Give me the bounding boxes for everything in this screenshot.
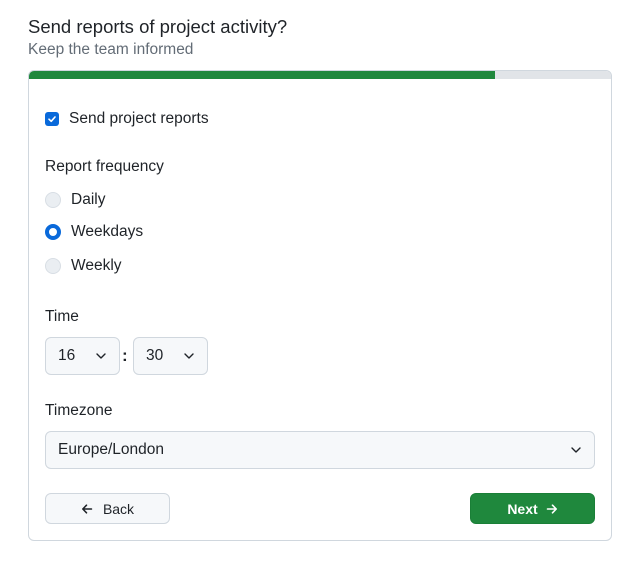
radio-option-weekdays[interactable]: Weekdays [45,223,143,241]
back-button[interactable]: Back [45,493,170,524]
radio-button-weekdays[interactable] [45,224,61,240]
page-title: Send reports of project activity? [28,16,288,37]
back-button-label: Back [102,500,135,517]
send-reports-checkbox-row[interactable]: Send project reports [45,110,209,128]
next-button-label: Next [507,500,538,517]
progress-bar-fill [29,71,495,79]
page-subtitle: Keep the team informed [28,41,194,58]
chevron-down-icon [96,353,106,359]
send-reports-label: Send project reports [69,110,209,127]
timezone-value: Europe/London [58,441,165,458]
timezone-select[interactable]: Europe/London [45,431,595,469]
arrow-right-icon [546,503,557,514]
timezone-label: Timezone [45,402,113,419]
radio-option-daily[interactable]: Daily [45,191,105,209]
time-separator: : [122,346,128,365]
checkmark-icon [48,116,56,123]
radio-button-daily[interactable] [45,192,61,208]
form-card: Send project reports Report frequency Da… [28,70,612,541]
hour-select[interactable]: 16 [45,337,120,375]
frequency-label: Report frequency [45,158,164,175]
next-button[interactable]: Next [470,493,595,524]
radio-button-weekly[interactable] [45,258,61,274]
chevron-down-icon [571,447,581,453]
chevron-down-icon [184,353,194,359]
progress-bar [29,71,611,79]
minute-select[interactable]: 30 [133,337,208,375]
radio-option-weekly[interactable]: Weekly [45,257,122,275]
radio-label-daily: Daily [71,191,106,208]
time-label: Time [45,308,79,325]
send-reports-checkbox[interactable] [45,112,59,126]
hour-value: 16 [58,347,76,364]
radio-label-weekdays: Weekdays [71,223,144,240]
minute-value: 30 [146,347,164,364]
radio-label-weekly: Weekly [71,257,122,274]
arrow-left-icon [81,503,93,514]
